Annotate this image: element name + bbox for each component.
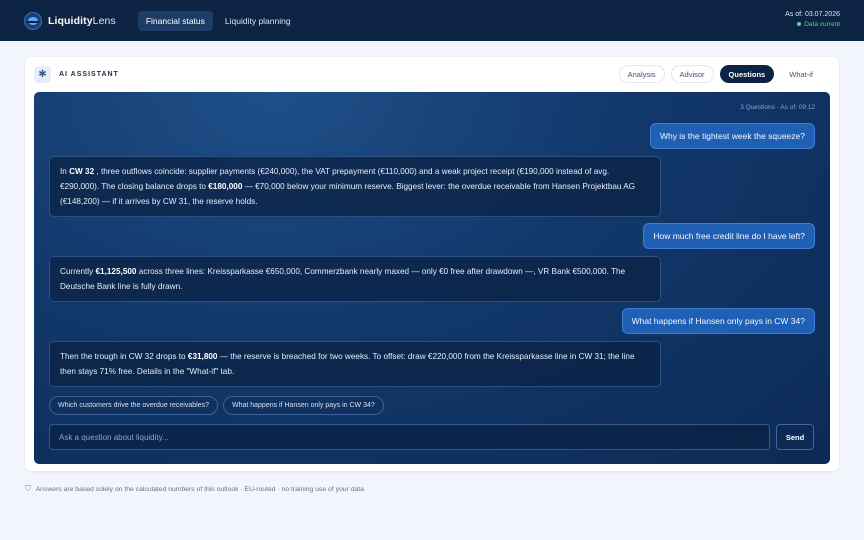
footer-text: Answers are based solely on the calculat…: [35, 485, 364, 493]
tab-analysis[interactable]: Analysis: [618, 65, 665, 83]
assistant-message: Then the trough in CW 32 drops to €31,80…: [49, 341, 661, 387]
status-dot-icon: [797, 22, 802, 27]
ai-assistant-card: ✱ AI ASSISTANT Analysis Advisor Question…: [25, 57, 839, 471]
data-status: Data current: [785, 21, 840, 28]
highlight-value: €180,000: [208, 182, 243, 191]
user-message: How much free credit line do I have left…: [643, 223, 815, 249]
shield-icon: ⛉: [25, 484, 31, 493]
highlight-value: CW 32: [69, 167, 95, 176]
footer-note: ⛉ Answers are based solely on the calcul…: [25, 484, 364, 494]
question-input[interactable]: [49, 424, 770, 450]
tab-what-if[interactable]: What-if: [780, 65, 822, 83]
message-text: In: [60, 167, 70, 176]
assistant-message: Currently €1,125,500 across three lines:…: [49, 256, 661, 302]
card-header: ✱ AI ASSISTANT Analysis Advisor Question…: [34, 65, 830, 83]
assistant-tabs: Analysis Advisor Questions What-if: [618, 65, 822, 83]
as-of-info: As of: 03.07.2026 Data current: [785, 11, 840, 28]
highlight-value: €31,800: [187, 352, 218, 361]
suggestion-chips: Which customers drive the overdue receiv…: [49, 396, 384, 415]
user-message: What happens if Hansen only pays in CW 3…: [621, 308, 815, 334]
suggestion-chip[interactable]: Which customers drive the overdue receiv…: [49, 396, 218, 415]
assistant-message: In CW 32 , three outflows coincide: supp…: [49, 156, 661, 217]
logo[interactable]: LiquidityLens: [24, 11, 116, 30]
tab-questions[interactable]: Questions: [719, 65, 775, 83]
sparkle-icon: ✱: [34, 65, 51, 83]
main-nav: Financial status Liquidity planning: [137, 10, 299, 31]
send-button[interactable]: Send: [776, 424, 814, 450]
logo-icon: [24, 11, 42, 30]
card-title: AI ASSISTANT: [59, 70, 119, 78]
message-text: across three lines: Kreissparkasse €650,…: [60, 267, 626, 291]
suggestion-chip[interactable]: What happens if Hansen only pays in CW 3…: [222, 396, 384, 415]
highlight-value: €1,125,500: [95, 267, 137, 276]
top-bar: LiquidityLens Financial status Liquidity…: [0, 0, 864, 41]
user-message: Why is the tightest week the squeeze?: [649, 123, 815, 149]
message-text: Then the trough in CW 32 drops to: [60, 352, 188, 361]
nav-financial-status[interactable]: Financial status: [137, 10, 213, 31]
tab-advisor[interactable]: Advisor: [670, 65, 714, 83]
chat-meta: 3 Questions · As of: 09:12: [740, 104, 815, 111]
message-text: Currently: [60, 267, 96, 276]
chat-panel: 3 Questions · As of: 09:12 Why is the ti…: [34, 92, 830, 464]
as-of-date: As of: 03.07.2026: [785, 11, 840, 18]
nav-liquidity-planning[interactable]: Liquidity planning: [217, 11, 299, 31]
logo-text: LiquidityLens: [48, 14, 116, 27]
